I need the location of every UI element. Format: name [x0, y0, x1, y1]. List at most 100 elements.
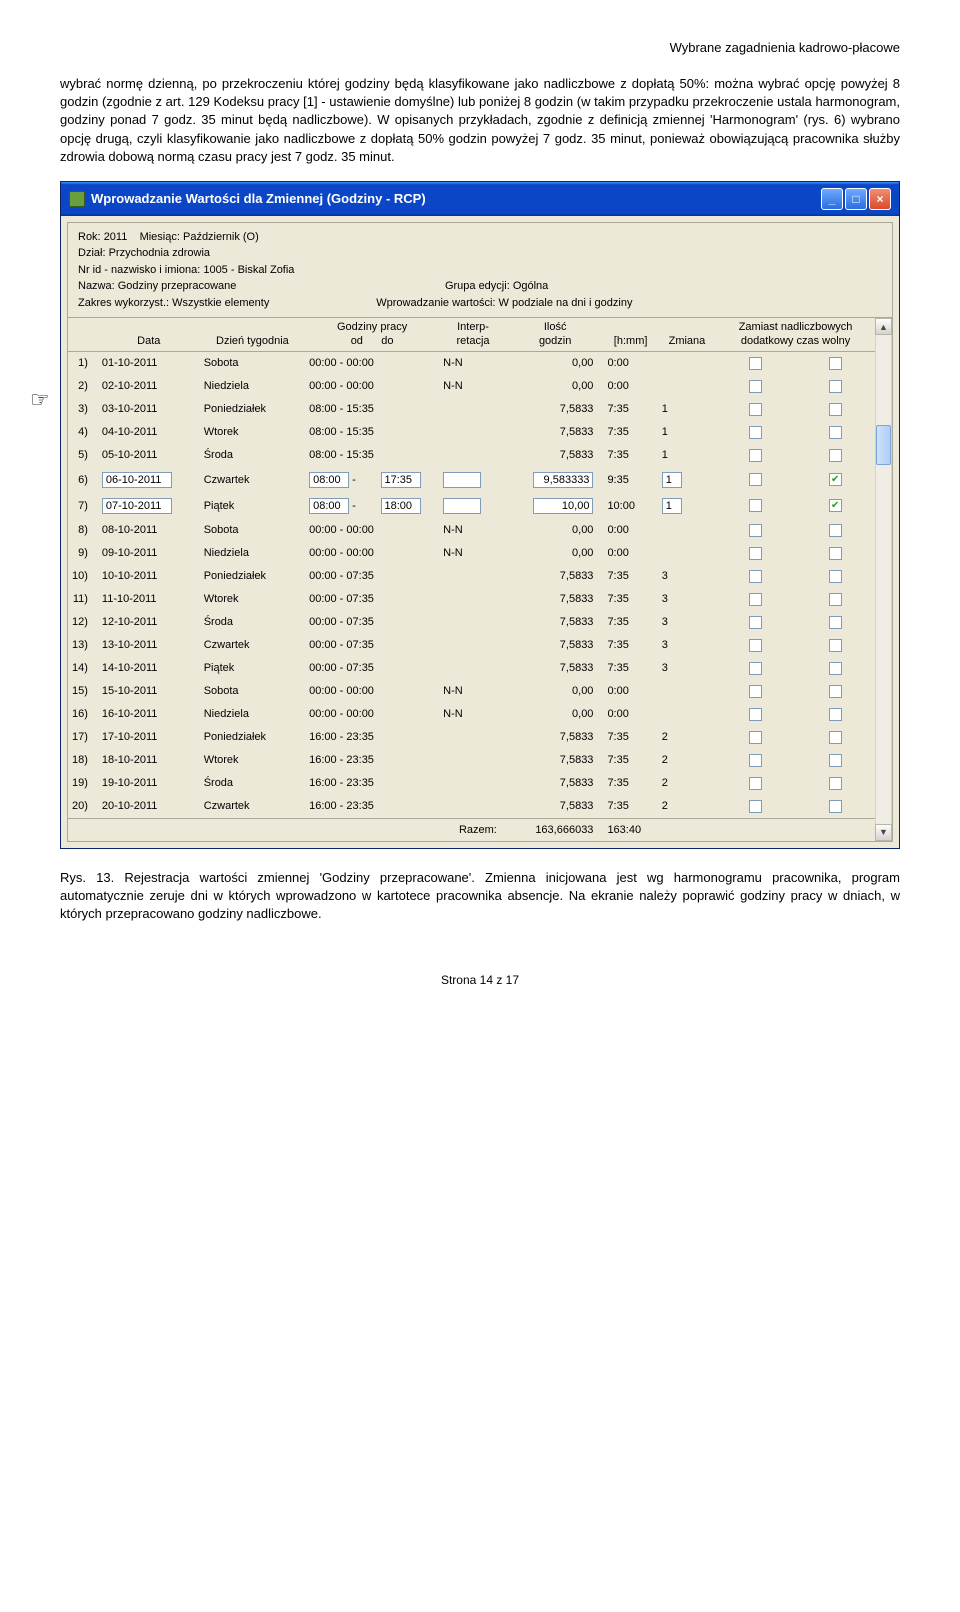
checkbox-czaswolny[interactable] [829, 380, 842, 393]
checkbox-nadl[interactable] [749, 426, 762, 439]
checkbox-nadl[interactable] [749, 616, 762, 629]
cell-date: 03-10-2011 [98, 398, 200, 421]
checkbox-czaswolny[interactable] [829, 685, 842, 698]
interp-input[interactable] [443, 472, 481, 488]
zakres-value: Wszystkie elementy [172, 295, 269, 312]
checkbox-nadl[interactable] [749, 357, 762, 370]
interp-input[interactable] [443, 498, 481, 514]
checkbox-czaswolny[interactable] [829, 357, 842, 370]
scroll-down-icon[interactable]: ▼ [875, 824, 892, 841]
zm-input[interactable] [662, 472, 682, 488]
checkbox-nadl[interactable] [749, 639, 762, 652]
g-input[interactable] [533, 472, 593, 488]
cell-g: 0,00 [507, 375, 604, 398]
checkbox-nadl-cell [716, 421, 795, 444]
checkbox-czaswolny[interactable] [829, 426, 842, 439]
od-input[interactable] [309, 498, 349, 514]
cell-date: 10-10-2011 [98, 565, 200, 588]
checkbox-czaswolny[interactable] [829, 754, 842, 767]
checkbox-czaswolny[interactable]: ✔ [829, 499, 842, 512]
checkbox-czaswolny[interactable] [829, 593, 842, 606]
scroll-thumb[interactable] [876, 425, 891, 465]
checkbox-czaswolny[interactable] [829, 731, 842, 744]
checkbox-czaswolny[interactable] [829, 662, 842, 675]
minimize-button[interactable]: _ [821, 188, 843, 210]
checkbox-czaswolny[interactable] [829, 708, 842, 721]
checkbox-nadl[interactable] [749, 800, 762, 813]
checkbox-czaswolny-cell [796, 703, 875, 726]
checkbox-nadl[interactable] [749, 499, 762, 512]
do-input[interactable] [381, 498, 421, 514]
checkbox-nadl[interactable] [749, 593, 762, 606]
checkbox-nadl[interactable] [749, 708, 762, 721]
checkbox-nadl[interactable] [749, 662, 762, 675]
checkbox-nadl[interactable] [749, 570, 762, 583]
checkbox-czaswolny[interactable]: ✔ [829, 473, 842, 486]
cell-g: 7,5833 [507, 444, 604, 467]
checkbox-czaswolny[interactable] [829, 547, 842, 560]
checkbox-czaswolny[interactable] [829, 639, 842, 652]
table-row: 6)Czwartek - 9:35✔ [68, 467, 875, 493]
zm-input[interactable] [662, 498, 682, 514]
cell-g: 0,00 [507, 680, 604, 703]
table-row: 11)11-10-2011Wtorek00:00 - 07:357,58337:… [68, 588, 875, 611]
od-input[interactable] [309, 472, 349, 488]
col-hmm: [h:mm] [603, 318, 657, 351]
cell-hours: 00:00 - 00:00 [305, 519, 439, 542]
checkbox-nadl[interactable] [749, 524, 762, 537]
checkbox-nadl[interactable] [749, 685, 762, 698]
checkbox-nadl[interactable] [749, 403, 762, 416]
row-num: 17) [68, 726, 98, 749]
checkbox-nadl[interactable] [749, 473, 762, 486]
checkbox-czaswolny[interactable] [829, 449, 842, 462]
checkbox-nadl[interactable] [749, 754, 762, 767]
cell-hm: 10:00 [603, 493, 657, 519]
scroll-up-icon[interactable]: ▲ [875, 318, 892, 335]
table-row: 8)08-10-2011Sobota00:00 - 00:00N-N0,000:… [68, 519, 875, 542]
date-input[interactable] [102, 498, 172, 514]
checkbox-czaswolny-cell [796, 588, 875, 611]
window-title: Wprowadzanie Wartości dla Zmiennej (Godz… [91, 191, 426, 206]
info-panel: Rok: 2011 Miesiąc: Październik (O) Dział… [68, 223, 892, 316]
cell-hm: 7:35 [603, 634, 657, 657]
date-input[interactable] [102, 472, 172, 488]
cell-day: Środa [200, 444, 305, 467]
cell-day: Czwartek [200, 634, 305, 657]
scrollbar[interactable]: ▲ ▼ [875, 318, 892, 840]
checkbox-nadl[interactable] [749, 380, 762, 393]
checkbox-nadl[interactable] [749, 777, 762, 790]
close-button[interactable]: × [869, 188, 891, 210]
checkbox-czaswolny-cell [796, 565, 875, 588]
cell-hours: 00:00 - 07:35 [305, 634, 439, 657]
figure-caption: Rys. 13. Rejestracja wartości zmiennej '… [60, 869, 900, 924]
miesiac-value: Październik (O) [183, 229, 259, 246]
do-input[interactable] [381, 472, 421, 488]
checkbox-czaswolny[interactable] [829, 570, 842, 583]
maximize-button[interactable]: □ [845, 188, 867, 210]
cell-day: Sobota [200, 351, 305, 375]
checkbox-czaswolny[interactable] [829, 777, 842, 790]
cell-hours: 00:00 - 07:35 [305, 565, 439, 588]
checkbox-czaswolny[interactable] [829, 403, 842, 416]
g-input[interactable] [533, 498, 593, 514]
table-row: 18)18-10-2011Wtorek16:00 - 23:357,58337:… [68, 749, 875, 772]
cell-g: 7,5833 [507, 611, 604, 634]
cell-zm: 3 [658, 611, 716, 634]
checkbox-nadl[interactable] [749, 547, 762, 560]
checkbox-czaswolny[interactable] [829, 616, 842, 629]
table-row: 19)19-10-2011Środa16:00 - 23:357,58337:3… [68, 772, 875, 795]
cell-interp [439, 726, 507, 749]
checkbox-nadl-cell [716, 398, 795, 421]
cell-day: Niedziela [200, 542, 305, 565]
cell-date: 20-10-2011 [98, 795, 200, 819]
cell-g: 7,5833 [507, 565, 604, 588]
checkbox-czaswolny[interactable] [829, 800, 842, 813]
checkbox-nadl[interactable] [749, 449, 762, 462]
checkbox-nadl[interactable] [749, 731, 762, 744]
checkbox-nadl-cell [716, 351, 795, 375]
checkbox-czaswolny[interactable] [829, 524, 842, 537]
checkbox-czaswolny-cell [796, 772, 875, 795]
col-godziny: Godziny pracy od do [305, 318, 439, 351]
nrid-label: Nr id - nazwisko i imiona: [78, 262, 203, 279]
checkbox-czaswolny-cell [796, 421, 875, 444]
